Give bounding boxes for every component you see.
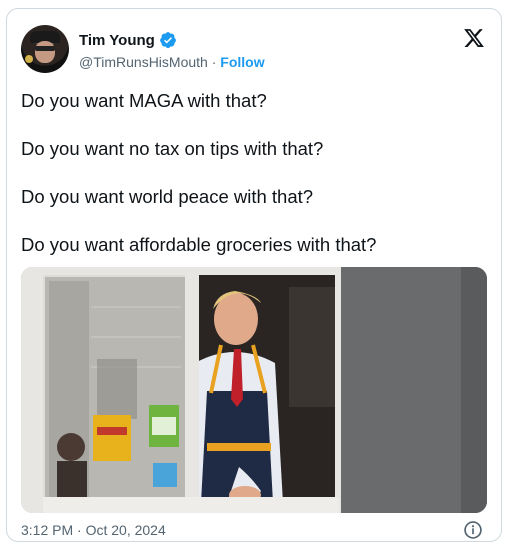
tweet-timestamp[interactable]: 3:12 PM · Oct 20, 2024 xyxy=(21,522,166,538)
tweet-media-photo[interactable] xyxy=(21,267,487,513)
avatar-face xyxy=(35,41,55,63)
tweet-line: Do you want MAGA with that? xyxy=(21,90,267,111)
follow-button[interactable]: Follow xyxy=(220,54,264,70)
tweet-card: Tim Young @TimRunsHisMouth · Follow Do y… xyxy=(6,8,502,542)
tweet-line: Do you want no tax on tips with that? xyxy=(21,138,324,159)
info-icon[interactable] xyxy=(463,520,483,540)
verified-badge-icon xyxy=(159,32,176,49)
author-display-name[interactable]: Tim Young xyxy=(79,32,155,49)
author-avatar[interactable] xyxy=(21,25,69,73)
author-name-row: Tim Young xyxy=(79,31,177,49)
avatar-spark xyxy=(25,55,33,63)
tweet-line: Do you want world peace with that? xyxy=(21,186,314,207)
x-logo-icon[interactable] xyxy=(463,27,485,49)
author-handle[interactable]: @TimRunsHisMouth xyxy=(79,54,208,70)
author-handle-row: @TimRunsHisMouth · Follow xyxy=(79,54,265,70)
handle-separator: · xyxy=(211,54,217,70)
drive-thru-window-photo xyxy=(21,267,487,513)
tweet-text: Do you want MAGA with that? Do you want … xyxy=(21,89,491,281)
tweet-line: Do you want affordable groceries with th… xyxy=(21,234,377,255)
avatar-glasses xyxy=(35,46,55,51)
